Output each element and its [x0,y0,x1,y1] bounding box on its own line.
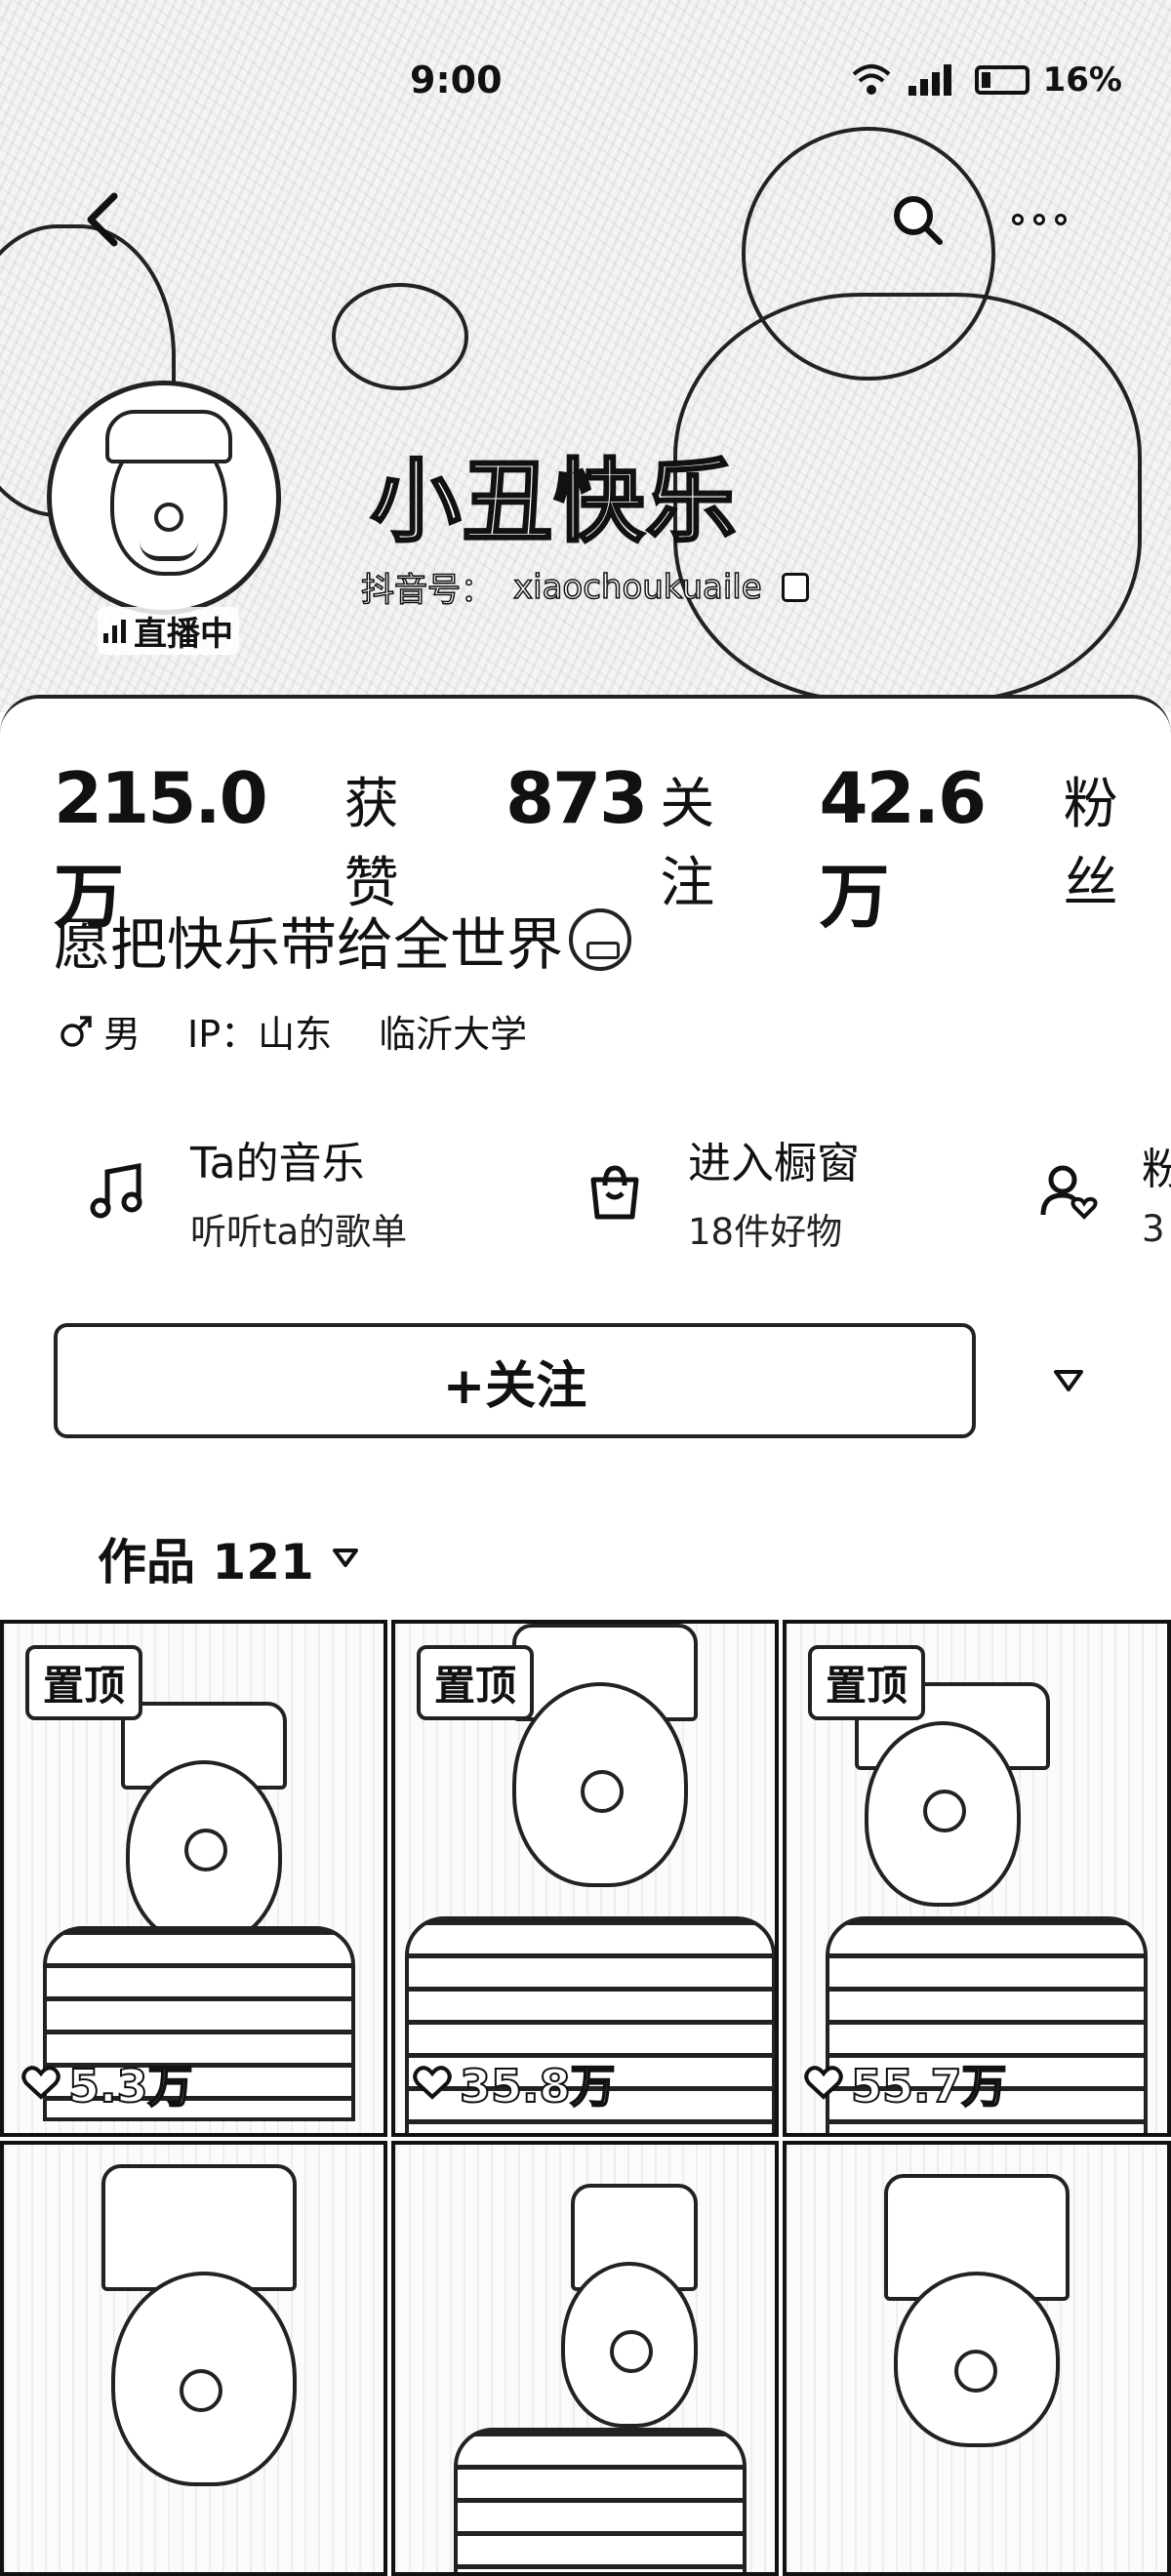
video-likes-count: 5.3万 [67,2059,193,2113]
service-music-title: Ta的音乐 [190,1139,365,1188]
chevron-down-icon [332,1549,358,1567]
service-fans[interactable]: 粉 3 [1034,1123,1171,1260]
video-likes: 5.3万 [21,2051,193,2115]
bio-text: 愿把快乐带给全世界 [54,911,564,978]
stat-likes-label: 获赞 [343,773,399,915]
service-shop[interactable]: 进入橱窗 18件好物 [581,1123,860,1260]
chevron-left-icon [87,192,118,247]
status-icons: 16% [850,60,1122,100]
service-music-subtitle: 听听ta的歌单 [190,1211,408,1253]
stat-followers-label: 粉丝 [1063,773,1118,915]
video-thumbnail[interactable]: 置顶 5.3万 [0,1620,387,2137]
stat-following[interactable]: 873 关注 [505,757,766,918]
back-button[interactable] [68,185,137,254]
video-grid: 置顶 5.3万 置顶 35.8万 置顶 55.7万 [0,1620,1171,2576]
video-thumbnail[interactable]: 置顶 35.8万 [391,1620,779,2137]
school-label: 临沂大学 [379,1013,528,1056]
wifi-icon [852,64,890,95]
more-options-button[interactable] [986,185,1093,254]
tab-works-label: 作品 121 [98,1534,314,1590]
fan-group-icon [1034,1157,1103,1226]
more-dot-icon [1055,214,1067,225]
video-thumbnail[interactable] [0,2141,387,2576]
search-button[interactable] [883,185,951,254]
services-row: Ta的音乐 听听ta的歌单 进入橱窗 18件好物 粉 3 [0,1123,1171,1279]
ip-label: IP：山东 [187,1013,333,1056]
stat-followers[interactable]: 42.6万 粉丝 [819,757,1171,942]
shopping-bag-icon [581,1157,649,1226]
account-id-row[interactable]: 抖音号： xiaochoukuaile [360,563,809,611]
profile-cover: 9:00 16% 直播中 小丑快乐 抖音号： xiaochoukuaile [0,0,1171,712]
video-likes: 35.8万 [413,2051,616,2115]
service-shop-subtitle: 18件好物 [688,1211,843,1253]
video-likes: 55.7万 [804,2051,1007,2115]
gender-tag: 男 [59,1004,141,1058]
stat-followers-value: 42.6万 [819,757,987,938]
video-likes-count: 35.8万 [459,2059,616,2113]
cover-sketch-balloon [332,283,468,390]
pinned-tag: 置顶 [417,1645,535,1720]
account-label: 抖音号： [360,570,495,611]
battery-level: 16% [1042,60,1122,100]
avatar[interactable] [47,381,281,615]
profile-tags: 男 IP：山东 临沂大学 [59,1004,527,1058]
copy-icon[interactable] [781,572,809,602]
video-thumbnail[interactable] [783,2141,1171,2576]
bio: 愿把快乐带给全世界 [54,899,632,981]
live-bars-icon [103,619,126,643]
service-shop-title: 进入橱窗 [688,1139,860,1188]
service-fans-subtitle: 3 [1142,1207,1165,1250]
ip-tag: IP：山东 [187,1004,332,1058]
heart-icon [21,2066,61,2100]
signal-icon [908,64,951,96]
grin-emoji-icon [569,908,632,971]
more-dot-icon [1012,214,1024,225]
battery-icon [974,65,1030,95]
live-badge[interactable]: 直播中 [98,607,239,655]
male-icon [61,1015,92,1047]
music-note-icon [83,1157,151,1226]
gender-label: 男 [103,1013,141,1056]
triangle-down-icon [1054,1370,1083,1391]
pinned-tag: 置顶 [25,1645,143,1720]
video-thumbnail[interactable]: 置顶 55.7万 [783,1620,1171,2137]
live-label: 直播中 [134,615,233,654]
cover-sketch-body [673,293,1142,703]
more-dot-icon [1033,214,1045,225]
stat-following-value: 873 [505,757,648,839]
video-thumbnail[interactable] [391,2141,779,2576]
stat-following-label: 关注 [660,773,715,915]
heart-icon [413,2066,452,2100]
account-id: xiaochoukuaile [512,567,762,608]
follow-button[interactable]: +关注 [54,1323,976,1438]
search-icon [894,196,943,245]
service-fans-title: 粉 [1142,1144,1171,1194]
school-tag[interactable]: 临沂大学 [379,1004,527,1058]
pinned-tag: 置顶 [808,1645,926,1720]
service-music[interactable]: Ta的音乐 听听ta的歌单 [83,1123,407,1260]
video-likes-count: 55.7万 [850,2059,1007,2113]
profile-nickname: 小丑快乐 [369,449,739,556]
tab-works[interactable]: 作品 121 [98,1523,359,1593]
heart-icon [804,2066,843,2100]
status-time: 9:00 [410,59,503,101]
recommend-dropdown-button[interactable] [1015,1323,1122,1438]
